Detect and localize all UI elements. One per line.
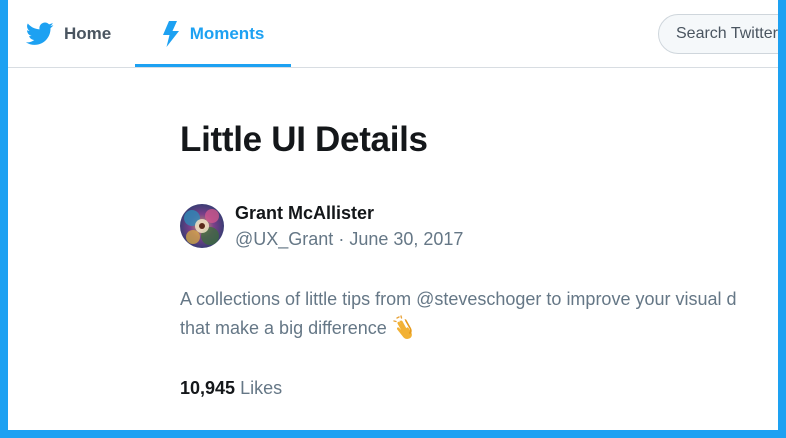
search-box[interactable] [658, 14, 778, 54]
avatar[interactable] [180, 204, 224, 248]
nav-home[interactable]: Home [26, 0, 111, 67]
likes-number: 10,945 [180, 378, 236, 398]
likes-label: Likes [240, 378, 283, 398]
author-name[interactable]: Grant McAllister [235, 203, 374, 224]
likes-count[interactable]: 10,945 Likes [180, 378, 282, 399]
clapping-hands-icon [393, 315, 412, 339]
meta-separator: · [338, 229, 345, 249]
twitter-bird-icon [26, 21, 54, 46]
nav-moments-label: Moments [189, 23, 265, 43]
search-input[interactable] [676, 23, 778, 45]
active-tab-indicator [135, 64, 291, 67]
description-line-2-wrap: that make a big difference [180, 314, 778, 343]
description-line-1: A collections of little tips from @steve… [180, 289, 737, 309]
moment-title: Little UI Details [180, 120, 428, 159]
description-line-2: that make a big difference [180, 318, 387, 338]
top-navigation: Home Moments [8, 0, 778, 68]
moment-description: A collections of little tips from @steve… [180, 285, 778, 343]
nav-home-label: Home [64, 23, 112, 43]
publish-date: June 30, 2017 [349, 229, 464, 249]
author-handle[interactable]: @UX_Grant [235, 229, 333, 249]
author-meta: @UX_Grant · June 30, 2017 [235, 229, 463, 250]
nav-moments[interactable]: Moments [135, 0, 291, 67]
app-window: Home Moments Little UI Details [8, 0, 778, 430]
lightning-bolt-icon [162, 20, 180, 47]
